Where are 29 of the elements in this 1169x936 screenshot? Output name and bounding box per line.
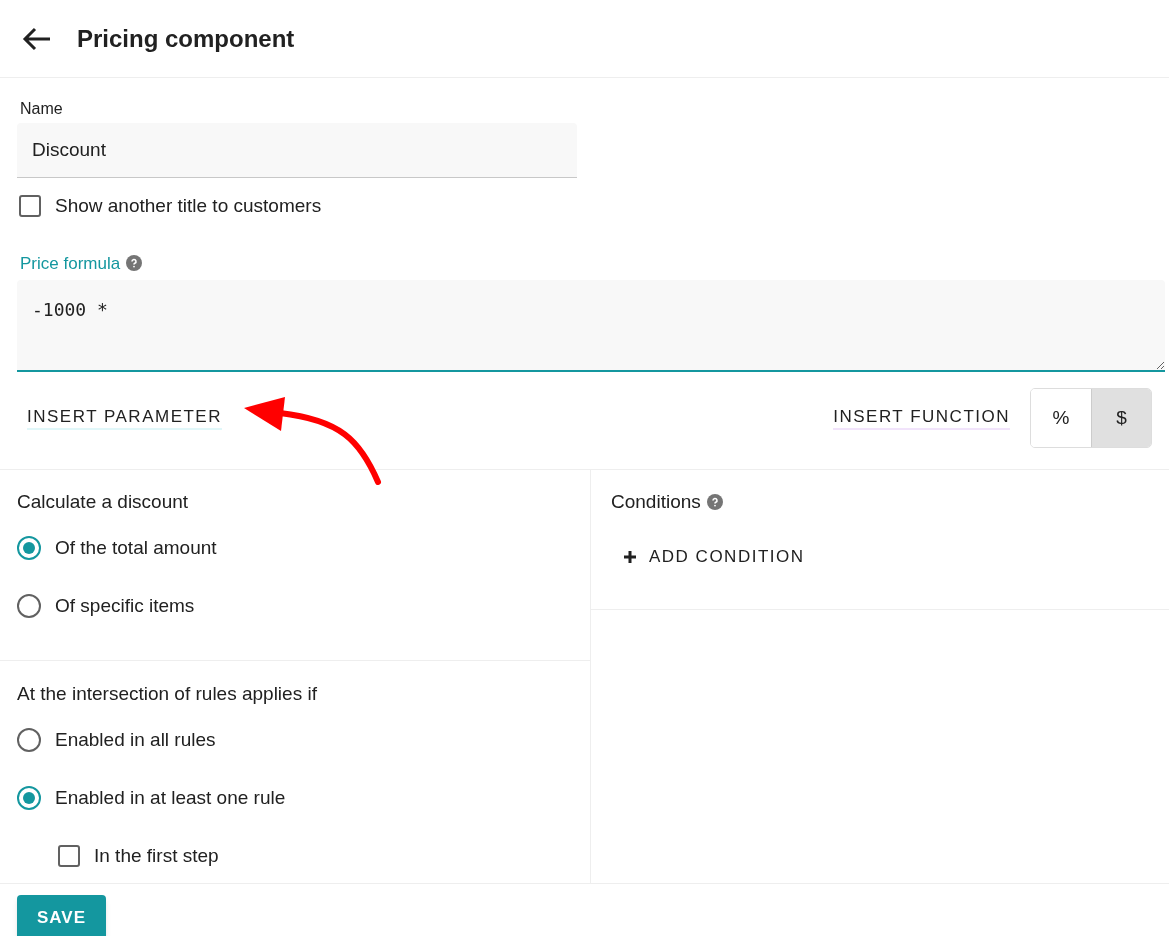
radio-button[interactable] <box>17 786 41 810</box>
save-button[interactable]: SAVE <box>17 895 106 936</box>
section-title: Conditions <box>611 490 701 514</box>
add-condition-button[interactable]: ADD CONDITION <box>623 544 805 570</box>
formula-field[interactable]: -1000 * <box>17 280 1165 372</box>
checkbox-label: Show another title to customers <box>55 194 322 218</box>
plus-icon <box>623 549 637 564</box>
radio-label: Of the total amount <box>55 535 217 560</box>
checkbox[interactable] <box>58 845 80 867</box>
field-label: Price formula <box>20 252 121 275</box>
section-title: At the intersection of rules applies if <box>17 682 318 706</box>
radio-button[interactable] <box>17 536 41 560</box>
field-label: Name <box>20 99 64 119</box>
page-title: Pricing component <box>77 23 295 54</box>
radio-label: Enabled in all rules <box>55 727 216 752</box>
radio-label: Enabled in at least one rule <box>55 785 286 810</box>
back-arrow-icon[interactable] <box>22 26 52 51</box>
help-icon[interactable] <box>706 494 723 510</box>
radio-label: Of specific items <box>55 593 195 618</box>
name-field[interactable]: Discount <box>17 123 577 178</box>
checkbox-label: In the first step <box>94 843 219 868</box>
insert-function-link[interactable]: INSERT FUNCTION <box>833 406 1010 430</box>
checkbox[interactable] <box>19 195 41 218</box>
radio-button[interactable] <box>17 728 41 752</box>
insert-parameter-link[interactable]: INSERT PARAMETER <box>27 406 222 430</box>
help-icon[interactable] <box>126 255 143 272</box>
unit-toggle-button[interactable]: $ <box>1091 389 1151 447</box>
section-title: Calculate a discount <box>17 490 190 514</box>
radio-button[interactable] <box>17 594 41 618</box>
